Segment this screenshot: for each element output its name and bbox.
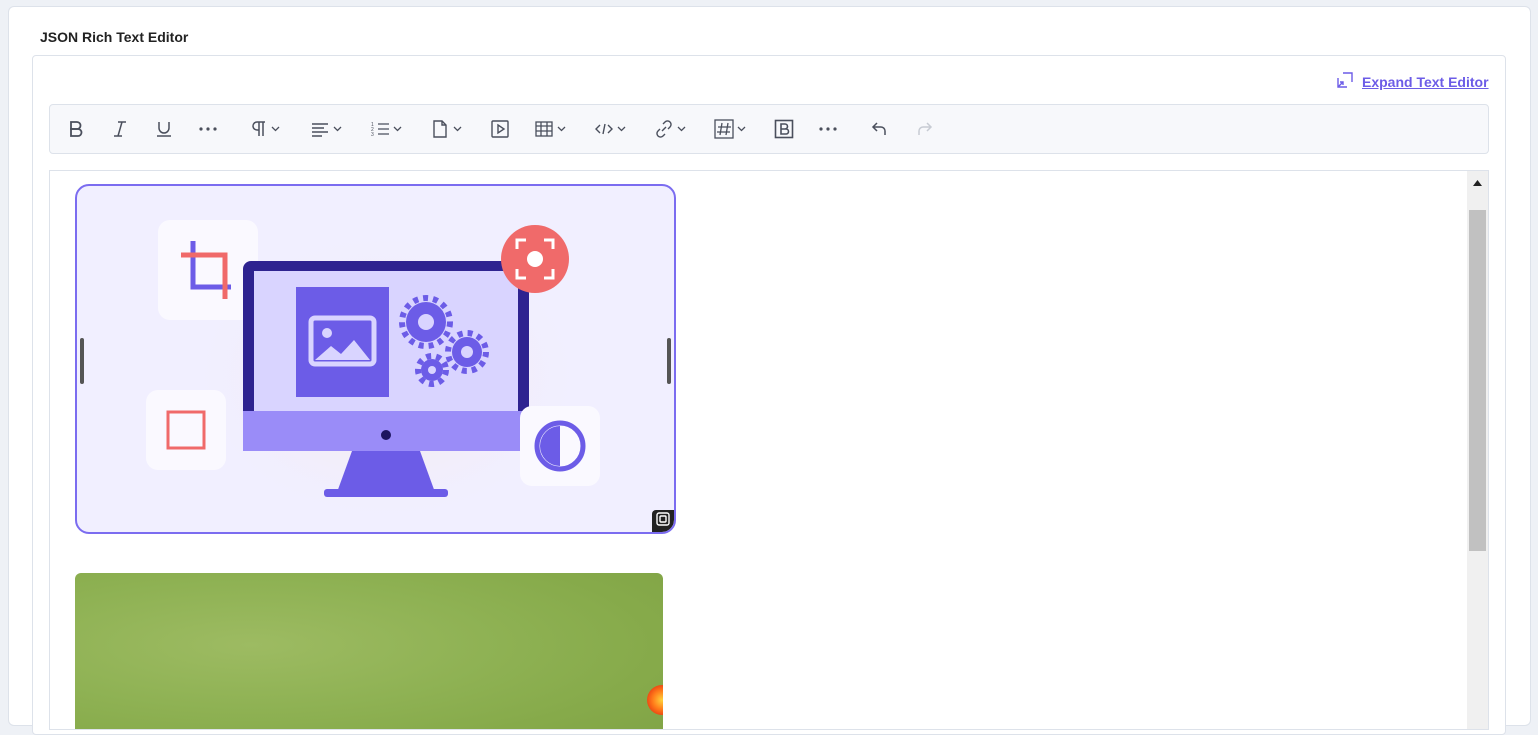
redo-icon: [914, 119, 934, 139]
pilcrow-icon: [250, 119, 268, 139]
editor-toolbar: 123: [49, 104, 1489, 154]
image-options-button[interactable]: [652, 510, 674, 532]
block-icon: [774, 119, 794, 139]
editor-content[interactable]: [49, 170, 1489, 730]
reference-dropdown[interactable]: [430, 105, 462, 153]
chevron-down-icon: [453, 126, 462, 132]
chevron-down-icon: [677, 126, 686, 132]
chevron-down-icon: [271, 126, 280, 132]
ellipsis-icon: [818, 119, 838, 139]
ellipsis-icon: [198, 119, 218, 139]
code-icon: [594, 119, 614, 139]
undo-button[interactable]: [870, 105, 890, 153]
document-icon: [430, 119, 450, 139]
chevron-down-icon: [393, 126, 402, 132]
ordered-list-icon: 123: [370, 119, 390, 139]
hashtag-dropdown[interactable]: [714, 105, 746, 153]
image-settings-icon: [656, 511, 670, 531]
chevron-down-icon: [557, 126, 566, 132]
resize-handle-right[interactable]: [667, 338, 671, 384]
embed-video-button[interactable]: [490, 105, 510, 153]
align-dropdown[interactable]: [310, 105, 342, 153]
selected-illustration-image[interactable]: [75, 184, 676, 534]
list-dropdown[interactable]: 123: [370, 105, 402, 153]
expand-text-editor-label: Expand Text Editor: [1362, 73, 1489, 90]
meadow-photo-image[interactable]: [75, 573, 663, 729]
scroll-thumb[interactable]: [1469, 210, 1486, 551]
align-left-icon: [310, 119, 330, 139]
chevron-down-icon: [333, 126, 342, 132]
hashtag-icon: [714, 119, 734, 139]
link-icon: [654, 119, 674, 139]
flower-detail: [647, 685, 663, 715]
link-dropdown[interactable]: [654, 105, 686, 153]
italic-button[interactable]: [110, 105, 130, 153]
code-dropdown[interactable]: [594, 105, 626, 153]
expand-icon: [1336, 71, 1354, 92]
table-icon: [534, 119, 554, 139]
expand-text-editor-link[interactable]: Expand Text Editor: [1336, 71, 1489, 92]
more-format-button[interactable]: [198, 105, 218, 153]
table-dropdown[interactable]: [534, 105, 566, 153]
underline-icon: [154, 119, 174, 139]
scroll-up-button[interactable]: [1467, 171, 1488, 193]
triangle-up-icon: [1473, 173, 1482, 191]
chevron-down-icon: [737, 126, 746, 132]
image-editing-illustration: [146, 220, 600, 526]
chevron-down-icon: [617, 126, 626, 132]
bold-icon: [66, 119, 86, 139]
paragraph-dropdown[interactable]: [250, 105, 280, 153]
svg-text:3: 3: [371, 132, 374, 138]
resize-handle-left[interactable]: [80, 338, 84, 384]
more-tools-button[interactable]: [818, 105, 838, 153]
play-icon: [490, 119, 510, 139]
underline-button[interactable]: [154, 105, 174, 153]
undo-icon: [870, 119, 890, 139]
field-label: JSON Rich Text Editor: [40, 29, 189, 45]
redo-button[interactable]: [914, 105, 934, 153]
block-button[interactable]: [774, 105, 794, 153]
bold-button[interactable]: [66, 105, 86, 153]
content-scrollbar[interactable]: [1467, 171, 1488, 729]
italic-icon: [110, 119, 130, 139]
